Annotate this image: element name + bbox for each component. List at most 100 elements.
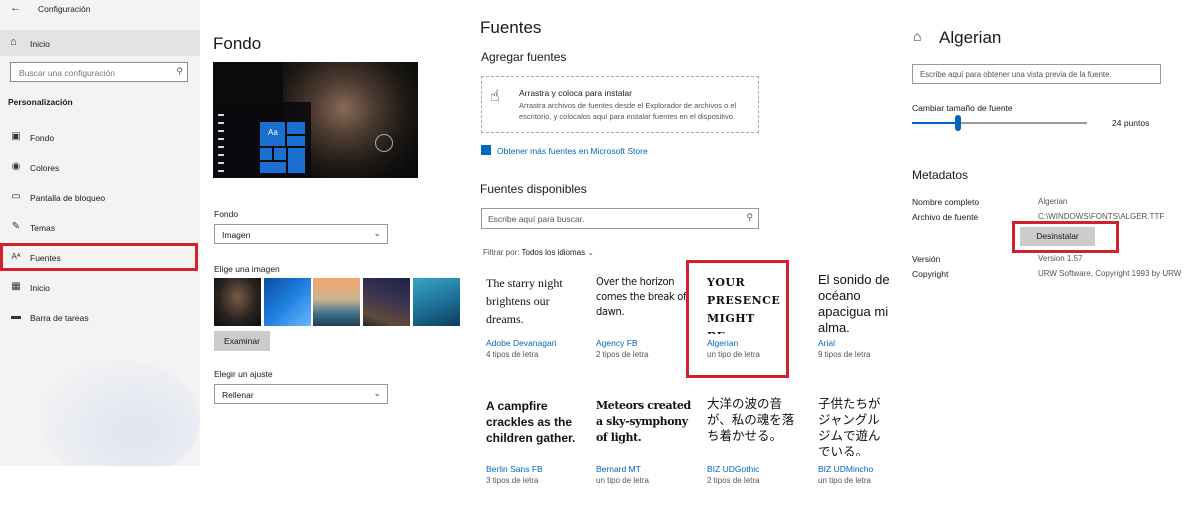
chevron-down-icon: ⌄	[373, 388, 381, 398]
font-name: Berlin Sans FB	[486, 464, 543, 474]
font-detail-title: Algerian	[939, 28, 1002, 47]
search-icon[interactable]: ⚲	[176, 66, 183, 77]
copyright-value: URW Software, Copyright 1993 by URW	[1038, 269, 1182, 278]
home-nav-item[interactable]: ⌂ Inicio	[0, 30, 200, 56]
drop-title: Arrastra y coloca para instalar	[519, 88, 632, 98]
font-count: 2 tipos de letra	[707, 476, 760, 485]
sidebar-item-pantalla-bloqueo[interactable]: ▭ Pantalla de bloqueo	[0, 186, 200, 210]
home-icon: ⌂	[10, 36, 17, 48]
lock-screen-icon: ▭	[11, 191, 21, 202]
sidebar-item-temas[interactable]: ✎ Temas	[0, 216, 200, 240]
highlight-box-fuentes	[0, 243, 198, 271]
store-icon	[481, 145, 491, 155]
chevron-down-icon: ⌄	[587, 248, 595, 257]
search-icon[interactable]: ⚲	[746, 212, 753, 223]
font-card-arial[interactable]: El sonido de océano apacigua mi alma. Ar…	[818, 272, 892, 364]
font-count: 9 tipos de letra	[818, 350, 871, 359]
tile-label: Aa	[268, 128, 278, 137]
font-file-label: Archivo de fuente	[912, 212, 979, 222]
title-bar: ← Configuración	[0, 0, 200, 18]
font-count: 2 tipos de letra	[596, 350, 649, 359]
font-size-value: 24 puntos	[1112, 118, 1150, 128]
font-sample: Meteors created a sky-symphony of light.	[596, 399, 691, 444]
hand-pointer-icon: ☝	[490, 88, 500, 105]
font-sample: 大洋の波の音が、私の魂を落ち着かせる。	[707, 396, 795, 443]
settings-search-input[interactable]: Buscar una configuración ⚲	[10, 62, 188, 82]
page-title-fondo: Fondo	[213, 34, 262, 53]
image-icon: ▣	[11, 131, 21, 142]
palette-icon: ◉	[11, 161, 21, 172]
font-name: Agency FB	[596, 338, 638, 348]
wallpaper-thumb-windows[interactable]	[264, 278, 311, 326]
language-filter[interactable]: Filtrar por: Todos los idiomas ⌄	[483, 248, 594, 257]
font-count: 3 tipos de letra	[486, 476, 539, 485]
font-size-label: Cambiar tamaño de fuente	[912, 103, 1013, 113]
back-arrow-icon[interactable]: ←	[10, 2, 21, 14]
font-name: BIZ UDGothic	[707, 464, 760, 474]
version-value: Version 1.57	[1038, 254, 1083, 263]
search-placeholder: Buscar una configuración	[19, 68, 115, 78]
slider-thumb[interactable]	[954, 115, 961, 131]
font-file-value: C:\WINDOWS\FONTS\ALGER.TTF	[1038, 212, 1165, 221]
brush-icon: ✎	[11, 221, 21, 232]
font-name: BIZ UDMincho	[818, 464, 874, 474]
fondo-dropdown[interactable]: Imagen ⌄	[214, 224, 388, 244]
window-title: Configuración	[38, 4, 91, 14]
font-count: 4 tipos de letra	[486, 350, 539, 359]
font-sample: A campfire crackles as the children gath…	[486, 399, 576, 445]
font-drop-zone[interactable]: ☝ Arrastra y coloca para instalar Arrast…	[481, 76, 759, 133]
home-icon[interactable]: ⌂	[913, 28, 921, 44]
wallpaper-thumb-portrait[interactable]	[214, 278, 261, 326]
font-size-slider[interactable]	[912, 115, 1087, 131]
choose-image-label: Elige una imagen	[214, 264, 280, 274]
font-card-adobe-devanagari[interactable]: The starry night brightens our dreams. A…	[486, 274, 586, 364]
font-card-berlin-sans-fb[interactable]: A campfire crackles as the children gath…	[486, 398, 586, 488]
font-card-biz-udmincho[interactable]: 子供たちがジャングルジムで遊んでいる。 BIZ UDMincho un tipo…	[818, 396, 892, 488]
sidebar-item-colores[interactable]: ◉ Colores	[0, 156, 200, 180]
available-fonts-heading: Fuentes disponibles	[480, 182, 587, 196]
wallpaper-thumb-underwater[interactable]	[413, 278, 460, 326]
sidebar-item-label: Fondo	[30, 133, 55, 143]
font-search-input[interactable]: Escribe aquí para buscar. ⚲	[481, 208, 759, 229]
store-link-label: Obtener más fuentes en Microsoft Store	[497, 146, 648, 156]
start-icon: ▦	[11, 281, 21, 292]
metadata-heading: Metadatos	[912, 168, 969, 182]
filter-label: Filtrar por:	[483, 248, 520, 257]
sidebar-item-label: Barra de tareas	[30, 313, 89, 323]
section-title: Personalización	[8, 97, 73, 107]
fondo-dropdown-value: Imagen	[222, 230, 251, 240]
settings-sidebar: ← Configuración ⌂ Inicio Buscar una conf…	[0, 0, 200, 466]
highlight-box-algerian	[686, 260, 789, 378]
version-label: Versión	[912, 254, 941, 264]
sidebar-item-label: Temas	[30, 223, 56, 233]
font-preview-input[interactable]: Escribe aquí para obtener una vista prev…	[912, 64, 1161, 84]
sidebar-item-label: Inicio	[30, 283, 50, 293]
copyright-label: Copyright	[912, 269, 949, 279]
fit-dropdown[interactable]: Rellenar ⌄	[214, 384, 388, 404]
fondo-label: Fondo	[214, 209, 239, 219]
browse-button[interactable]: Examinar	[214, 331, 270, 351]
desktop-preview: Aa	[213, 62, 418, 178]
sidebar-item-barra-tareas[interactable]: ▬ Barra de tareas	[0, 306, 200, 330]
font-name: Adobe Devanagari	[486, 338, 557, 348]
sidebar-item-fondo[interactable]: ▣ Fondo	[0, 126, 200, 150]
wallpaper-thumb-night-sky[interactable]	[363, 278, 410, 326]
highlight-box-uninstall	[1012, 221, 1119, 253]
font-name: Bernard MT	[596, 464, 641, 474]
chevron-down-icon: ⌄	[373, 228, 381, 238]
font-search-placeholder: Escribe aquí para buscar.	[488, 214, 585, 224]
font-card-biz-udgothic[interactable]: 大洋の波の音が、私の魂を落ち着かせる。 BIZ UDGothic 2 tipos…	[707, 396, 803, 488]
font-sample: El sonido de océano apacigua mi alma.	[818, 272, 890, 334]
font-sample: 子供たちがジャングルジムで遊んでいる。	[818, 396, 881, 456]
preview-clock-icon	[375, 134, 393, 152]
full-name-label: Nombre completo	[912, 197, 980, 207]
wallpaper-thumb-beach[interactable]	[313, 278, 360, 326]
full-name-value: Algerian	[1038, 197, 1068, 206]
fit-label: Elegir un ajuste	[214, 369, 273, 379]
store-link[interactable]: Obtener más fuentes en Microsoft Store	[481, 145, 648, 156]
font-count: un tipo de letra	[596, 476, 649, 485]
sidebar-item-inicio[interactable]: ▦ Inicio	[0, 276, 200, 300]
font-card-agency-fb[interactable]: Over the horizon comes the break of dawn…	[596, 274, 696, 364]
font-card-bernard-mt[interactable]: Meteors created a sky-symphony of light.…	[596, 398, 696, 488]
sidebar-item-label: Pantalla de bloqueo	[30, 193, 106, 203]
